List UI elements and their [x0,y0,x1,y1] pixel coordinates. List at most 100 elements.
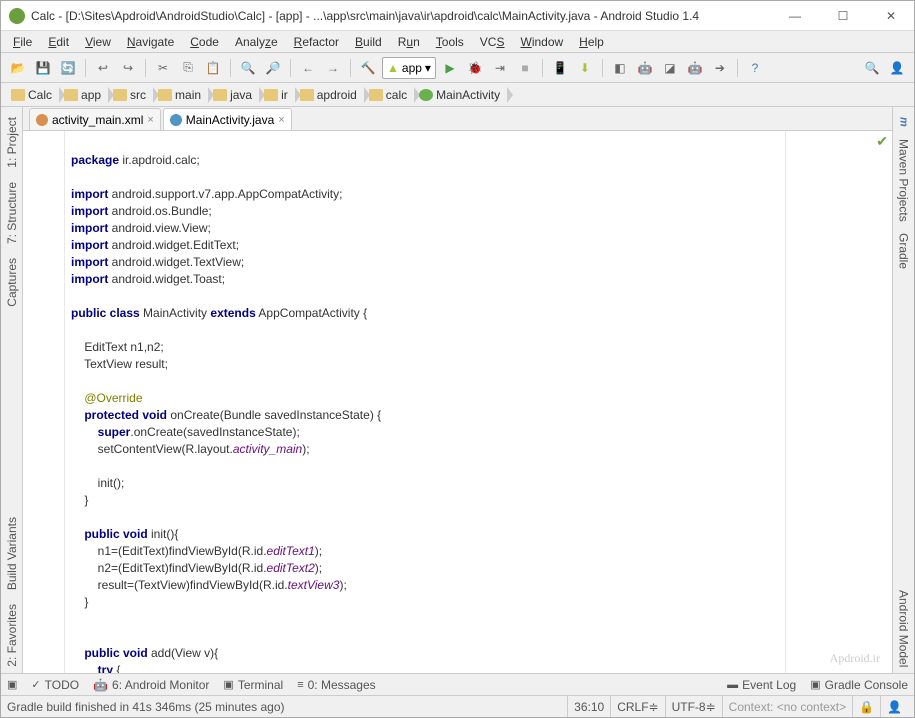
menu-refactor[interactable]: Refactor [288,33,345,51]
run-config-combo[interactable]: ▲ app ▾ [382,57,436,79]
editor-gutter[interactable] [23,131,65,673]
monitor-icon[interactable]: ◧ [609,57,631,79]
close-tab-icon[interactable]: × [147,114,153,126]
tool-captures[interactable]: Captures [3,252,21,313]
undo-icon[interactable]: ↩ [92,57,114,79]
paste-icon[interactable]: 📋 [202,57,224,79]
tool-android-model[interactable]: Android Model [895,584,913,673]
attach-icon[interactable]: ⇥ [489,57,511,79]
android-icon: ▲ [387,61,399,75]
menu-view[interactable]: View [79,33,117,51]
save-icon[interactable]: 💾 [32,57,54,79]
tool-square-icon[interactable]: ▣ [7,678,17,691]
replace-icon[interactable]: 🔎 [262,57,284,79]
tab-label: MainActivity.java [186,113,274,127]
search-everywhere-icon[interactable]: 🔍 [861,57,883,79]
copy-icon[interactable]: ⎘ [177,57,199,79]
menu-tools[interactable]: Tools [430,33,470,51]
bc-apdroid[interactable]: apdroid [296,85,365,105]
chevron-down-icon: ▾ [425,61,431,75]
bc-calc2[interactable]: calc [365,85,415,105]
menu-run[interactable]: Run [392,33,426,51]
menu-file[interactable]: File [7,33,38,51]
sync-icon[interactable]: 🔄 [57,57,79,79]
context[interactable]: Context: <no context> [722,696,852,717]
run-icon[interactable]: ▶ [439,57,461,79]
bc-app[interactable]: app [60,85,109,105]
bc-java[interactable]: java [209,85,260,105]
tool-todo[interactable]: ✓ TODO [31,678,79,692]
menu-window[interactable]: Window [514,33,569,51]
bc-ir[interactable]: ir [260,85,296,105]
forward-icon[interactable]: → [322,57,344,79]
tool-structure[interactable]: 7: Structure [3,176,21,250]
minimize-button[interactable]: — [780,9,810,23]
tab-activity-main[interactable]: activity_main.xml × [29,108,161,130]
back-icon[interactable]: ← [297,57,319,79]
tool-maven[interactable]: m [896,111,912,133]
app-icon [9,8,25,24]
java-file-icon [170,114,182,126]
nav-breadcrumb: Calc app src main java ir apdroid calc M… [1,83,914,107]
titlebar: Calc - [D:\Sites\Apdroid\AndroidStudio\C… [1,1,914,31]
make-icon[interactable]: 🔨 [357,57,379,79]
bc-src[interactable]: src [109,85,154,105]
tool-event-log[interactable]: ▬ Event Log [727,678,796,692]
android-icon-3[interactable]: 🤖 [684,57,706,79]
run-config-label: app [402,61,422,75]
arrow-icon[interactable]: ➔ [709,57,731,79]
status-message: Gradle build finished in 41s 346ms (25 m… [7,700,567,714]
xml-file-icon [36,114,48,126]
menubar: File Edit View Navigate Code Analyze Ref… [1,31,914,53]
gradient-icon[interactable]: ◪ [659,57,681,79]
menu-build[interactable]: Build [349,33,388,51]
stop-icon[interactable]: ■ [514,57,536,79]
android-icon-2[interactable]: 🤖 [634,57,656,79]
find-icon[interactable]: 🔍 [237,57,259,79]
redo-icon[interactable]: ↪ [117,57,139,79]
open-icon[interactable]: 📂 [7,57,29,79]
window-title: Calc - [D:\Sites\Apdroid\AndroidStudio\C… [31,9,780,23]
sdk-icon[interactable]: ⬇ [574,57,596,79]
main-toolbar: 📂 💾 🔄 ↩ ↪ ✂ ⎘ 📋 🔍 🔎 ← → 🔨 ▲ app ▾ ▶ 🐞 ⇥ … [1,53,914,83]
menu-analyze[interactable]: Analyze [229,33,284,51]
tool-android-monitor[interactable]: 🤖 6: Android Monitor [93,678,209,692]
close-tab-icon[interactable]: × [278,114,284,126]
tool-favorites[interactable]: 2: Favorites [3,598,21,673]
bc-calc[interactable]: Calc [7,85,60,105]
menu-help[interactable]: Help [573,33,610,51]
tab-mainactivity[interactable]: MainActivity.java × [163,108,292,130]
editor-tabs: activity_main.xml × MainActivity.java × [23,107,892,131]
menu-edit[interactable]: Edit [42,33,75,51]
statusbar: Gradle build finished in 41s 346ms (25 m… [1,695,914,717]
tool-project[interactable]: 1: Project [3,111,21,174]
tool-terminal[interactable]: ▣ Terminal [223,678,283,692]
bc-mainactivity[interactable]: MainActivity [415,85,508,105]
maximize-button[interactable]: ☐ [828,9,858,23]
cursor-position[interactable]: 36:10 [567,696,610,717]
close-button[interactable]: ✕ [876,9,906,23]
avd-icon[interactable]: 📱 [549,57,571,79]
tool-messages[interactable]: ≡ 0: Messages [297,678,375,692]
line-separator[interactable]: CRLF≑ [610,696,664,717]
menu-vcs[interactable]: VCS [474,33,511,51]
cut-icon[interactable]: ✂ [152,57,174,79]
help-icon[interactable]: ? [744,57,766,79]
code-content[interactable]: package ir.apdroid.calc; import android.… [65,131,892,673]
menu-navigate[interactable]: Navigate [121,33,180,51]
code-editor[interactable]: ✔ package ir.apdroid.calc; import androi… [23,131,892,673]
file-encoding[interactable]: UTF-8≑ [665,696,722,717]
watermark: Apdroid.ir [830,650,880,667]
bc-main[interactable]: main [154,85,209,105]
tool-maven-label[interactable]: Maven Projects [895,133,913,228]
tool-build-variants[interactable]: Build Variants [3,511,21,596]
lock-icon[interactable]: 🔒 [852,696,880,717]
menu-code[interactable]: Code [184,33,225,51]
tool-gradle[interactable]: Gradle [895,227,913,275]
debug-icon[interactable]: 🐞 [464,57,486,79]
tool-gradle-console[interactable]: ▣ Gradle Console [810,678,908,692]
left-tool-strip: 1: Project 7: Structure Captures Build V… [1,107,23,673]
bottom-tool-strip: ▣ ✓ TODO 🤖 6: Android Monitor ▣ Terminal… [1,673,914,695]
hector-icon[interactable]: 👤 [880,696,908,717]
user-icon[interactable]: 👤 [886,57,908,79]
